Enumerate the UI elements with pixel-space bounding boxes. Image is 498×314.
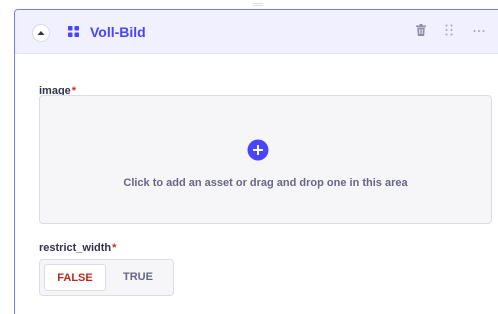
grid-icon xyxy=(68,26,79,37)
toggle-option-true[interactable]: TRUE xyxy=(108,264,168,291)
restrict-width-field-label: restrict_width* xyxy=(39,241,116,255)
component-header[interactable]: Voll-Bild xyxy=(15,10,498,54)
toggle-option-false[interactable]: FALSE xyxy=(44,264,106,291)
image-dropzone[interactable]: Click to add an asset or drag and drop o… xyxy=(39,95,492,224)
required-marker: * xyxy=(112,242,117,254)
component-title: Voll-Bild xyxy=(90,24,146,40)
more-icon[interactable] xyxy=(473,24,485,36)
trash-icon[interactable] xyxy=(416,24,426,36)
plus-circle-icon[interactable] xyxy=(247,139,269,161)
component-card: Voll-Bild image* Click to add an asset o… xyxy=(14,9,498,314)
chevron-up-icon xyxy=(37,31,45,35)
top-drag-grip xyxy=(253,3,263,7)
restrict-width-label-text: restrict_width xyxy=(39,242,112,254)
restrict-width-toggle: FALSE TRUE xyxy=(39,259,174,296)
collapse-button[interactable] xyxy=(32,24,50,42)
dropzone-instructions: Click to add an asset or drag and drop o… xyxy=(123,177,408,189)
drag-handle-icon[interactable] xyxy=(445,24,453,36)
